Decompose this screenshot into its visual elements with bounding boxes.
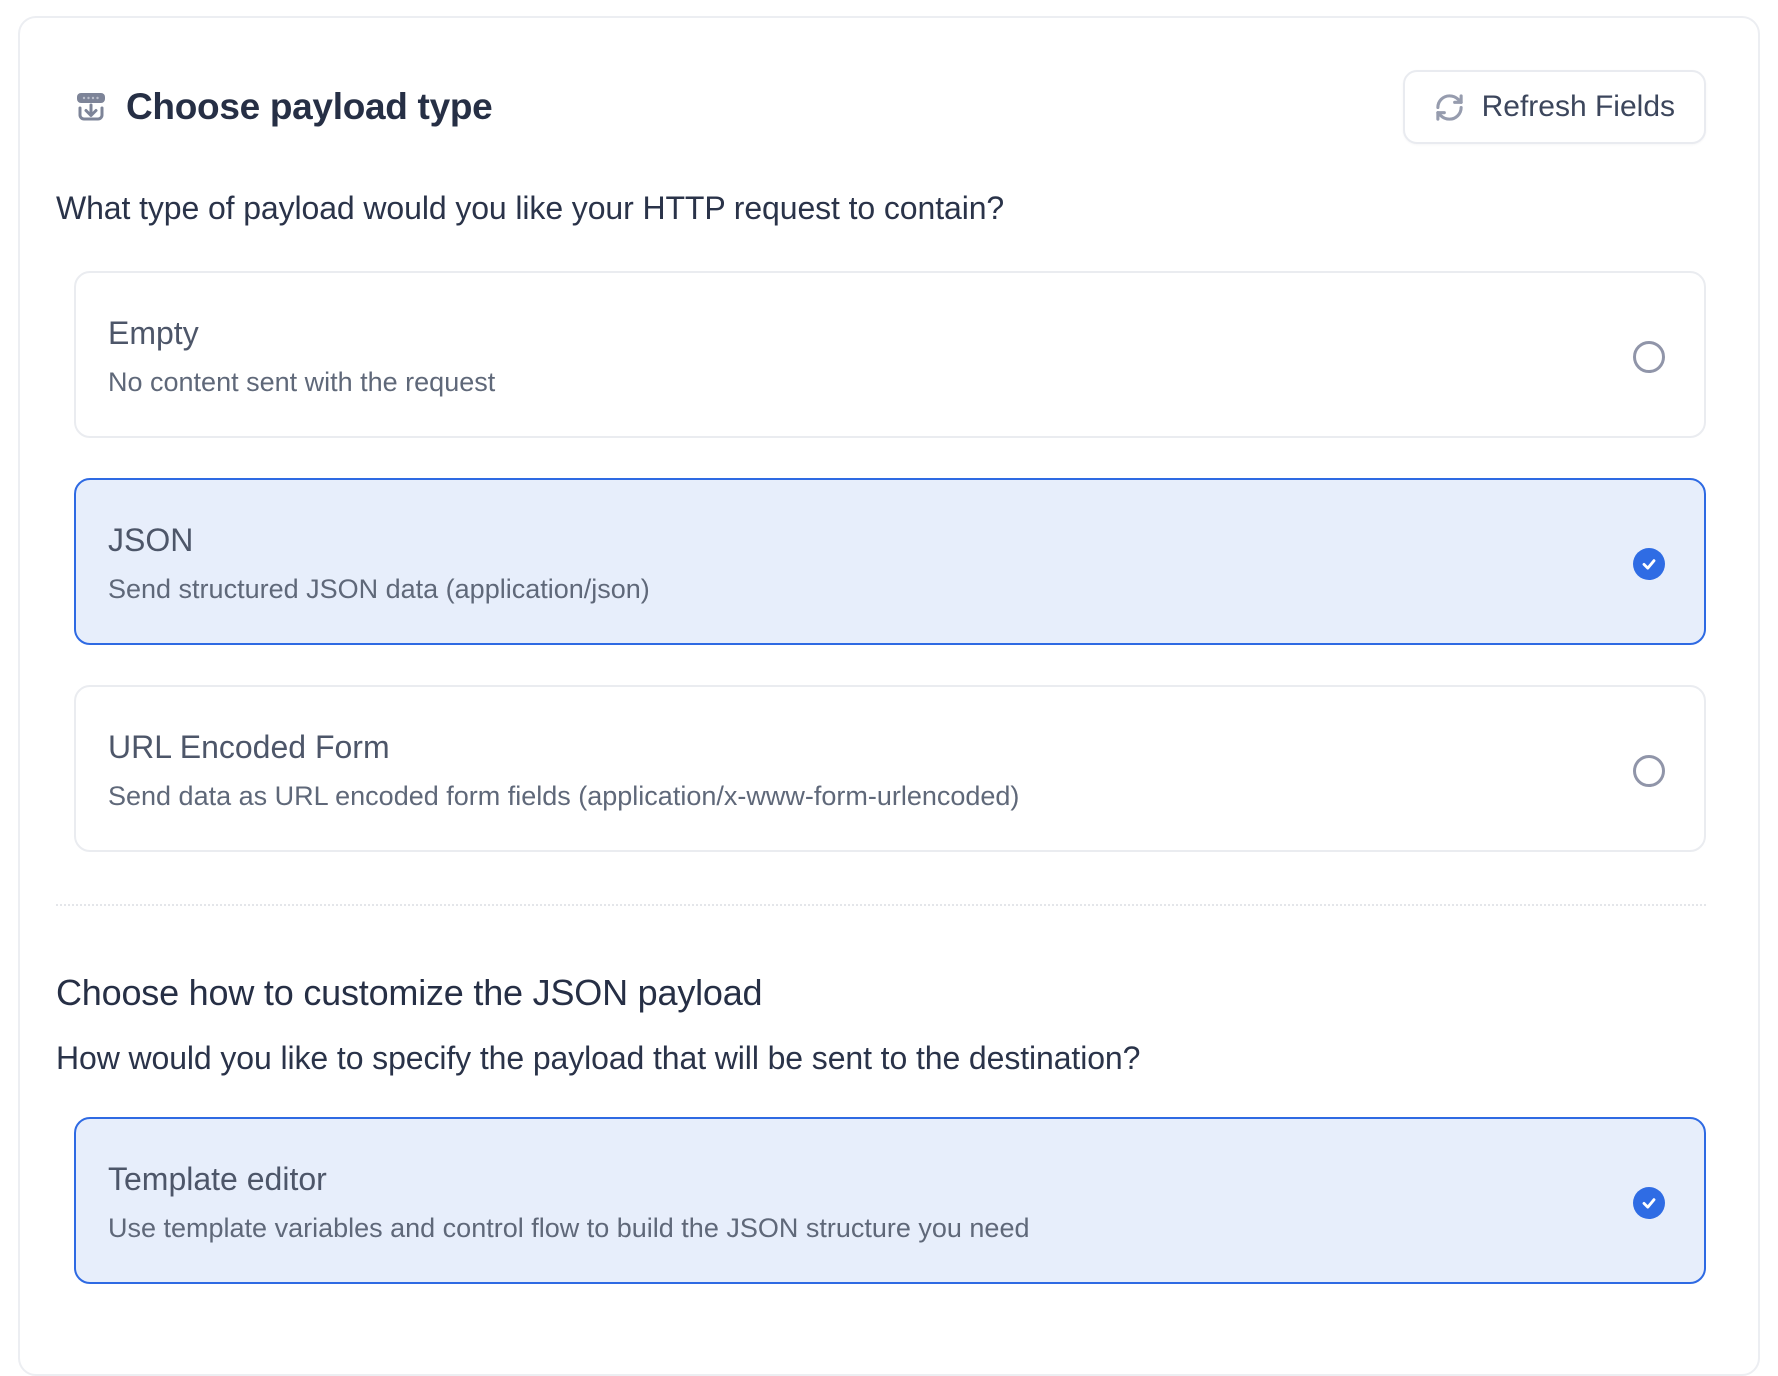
header-left: Choose payload type: [74, 86, 492, 128]
option-title: JSON: [108, 522, 650, 559]
header-row: Choose payload type Refresh Fields: [56, 70, 1706, 144]
option-card-empty[interactable]: Empty No content sent with the request: [74, 271, 1706, 438]
option-card-template-editor[interactable]: Template editor Use template variables a…: [74, 1117, 1706, 1284]
page-title: Choose payload type: [126, 86, 492, 128]
option-card-json[interactable]: JSON Send structured JSON data (applicat…: [74, 478, 1706, 645]
option-card-url-encoded-form[interactable]: URL Encoded Form Send data as URL encode…: [74, 685, 1706, 852]
customize-options: Template editor Use template variables a…: [74, 1117, 1706, 1284]
option-description: Send structured JSON data (application/j…: [108, 574, 650, 605]
radio-unselected-icon[interactable]: [1633, 341, 1665, 373]
option-description: No content sent with the request: [108, 367, 495, 398]
radio-selected-icon[interactable]: [1633, 1187, 1665, 1219]
option-title: Template editor: [108, 1161, 1029, 1198]
option-text: Template editor Use template variables a…: [108, 1161, 1029, 1244]
payload-type-options: Empty No content sent with the request J…: [74, 271, 1706, 852]
refresh-fields-button[interactable]: Refresh Fields: [1403, 70, 1706, 144]
option-text: URL Encoded Form Send data as URL encode…: [108, 729, 1019, 812]
check-icon: [1639, 554, 1659, 574]
check-icon: [1639, 1193, 1659, 1213]
customize-section-heading: Choose how to customize the JSON payload: [56, 972, 1706, 1014]
option-description: Send data as URL encoded form fields (ap…: [108, 781, 1019, 812]
refresh-button-label: Refresh Fields: [1482, 90, 1675, 124]
radio-selected-icon[interactable]: [1633, 548, 1665, 580]
option-text: JSON Send structured JSON data (applicat…: [108, 522, 650, 605]
refresh-icon: [1434, 92, 1465, 123]
option-title: Empty: [108, 315, 495, 352]
payload-type-question: What type of payload would you like your…: [56, 190, 1706, 227]
radio-unselected-icon[interactable]: [1633, 755, 1665, 787]
payload-icon: [74, 90, 108, 124]
option-text: Empty No content sent with the request: [108, 315, 495, 398]
customize-question: How would you like to specify the payloa…: [56, 1040, 1706, 1077]
payload-settings-card: Choose payload type Refresh Fields What …: [18, 16, 1760, 1376]
section-divider: [56, 904, 1706, 906]
option-description: Use template variables and control flow …: [108, 1213, 1029, 1244]
option-title: URL Encoded Form: [108, 729, 1019, 766]
